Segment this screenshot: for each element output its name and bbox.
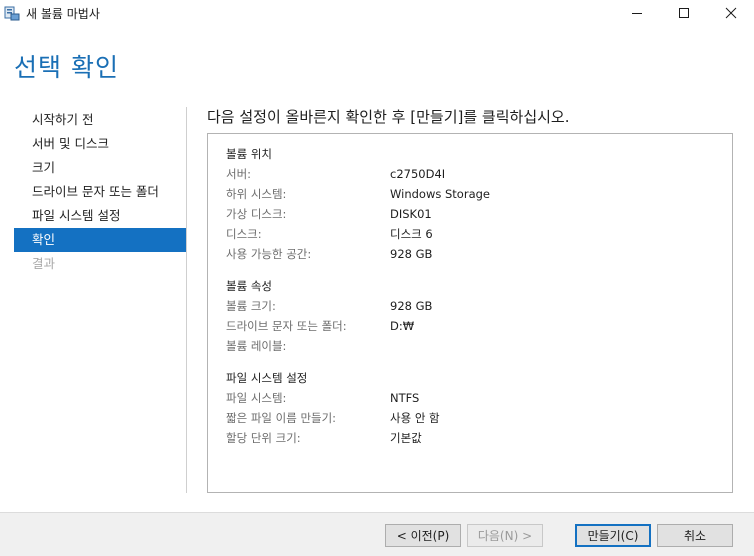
volume-wizard-icon bbox=[4, 6, 20, 21]
summary-row: 가상 디스크: DISK01 bbox=[226, 204, 706, 224]
row-key: 서버: bbox=[226, 167, 252, 181]
nav-item-results: 결과 bbox=[32, 256, 56, 271]
summary-row: 할당 단위 크기: 기본값 bbox=[226, 428, 706, 448]
row-value: 928 GB bbox=[390, 299, 433, 313]
title-bar: 새 볼륨 마법사 bbox=[0, 0, 754, 26]
page-title: 선택 확인 bbox=[14, 53, 119, 82]
row-key: 사용 가능한 공간: bbox=[226, 247, 312, 261]
row-key: 볼륨 레이블: bbox=[226, 339, 287, 353]
summary-row: 하위 시스템: Windows Storage bbox=[226, 184, 706, 204]
row-key: 볼륨 크기: bbox=[226, 299, 276, 313]
nav-divider bbox=[186, 107, 187, 493]
row-value: D:₩ bbox=[390, 319, 415, 333]
row-key: 드라이브 문자 또는 폴더: bbox=[226, 319, 347, 333]
nav-item-confirmation[interactable]: 확인 bbox=[14, 228, 186, 252]
wizard-steps-nav: 시작하기 전 서버 및 디스크 크기 드라이브 문자 또는 폴더 파일 시스템 … bbox=[14, 108, 186, 276]
close-icon bbox=[725, 7, 737, 19]
row-key: 가상 디스크: bbox=[226, 207, 287, 221]
row-key: 하위 시스템: bbox=[226, 187, 287, 201]
row-key: 짧은 파일 이름 만들기: bbox=[226, 411, 337, 425]
section-file-system-settings: 파일 시스템 설정 파일 시스템: NTFS 짧은 파일 이름 만들기: 사용 안 … bbox=[226, 368, 706, 448]
summary-row: 사용 가능한 공간: 928 GB bbox=[226, 244, 706, 264]
close-button[interactable] bbox=[708, 0, 754, 26]
section-title: 볼륨 속성 bbox=[226, 279, 272, 293]
summary-row: 짧은 파일 이름 만들기: 사용 안 함 bbox=[226, 408, 706, 428]
nav-item-server-and-disk[interactable]: 서버 및 디스크 bbox=[14, 132, 186, 156]
previous-button[interactable]: < 이전(P) bbox=[385, 524, 461, 547]
summary-row: 볼륨 크기: 928 GB bbox=[226, 296, 706, 316]
maximize-button[interactable] bbox=[661, 0, 707, 26]
row-value: NTFS bbox=[390, 391, 420, 405]
summary-row: 디스크: 디스크 6 bbox=[226, 224, 706, 244]
wizard-footer: < 이전(P) 다음(N) > 만들기(C) 취소 bbox=[0, 512, 754, 556]
row-value: c2750D4I bbox=[390, 167, 446, 181]
row-value: 사용 안 함 bbox=[390, 411, 440, 425]
cancel-button[interactable]: 취소 bbox=[657, 524, 733, 547]
row-key: 디스크: bbox=[226, 227, 262, 241]
section-title: 파일 시스템 설정 bbox=[226, 371, 308, 385]
summary-row: 파일 시스템: NTFS bbox=[226, 388, 706, 408]
row-value: 디스크 6 bbox=[390, 227, 433, 241]
nav-item-size[interactable]: 크기 bbox=[14, 156, 186, 180]
section-volume-properties: 볼륨 속성 볼륨 크기: 928 GB 드라이브 문자 또는 폴더: D:₩ 볼륨 … bbox=[226, 276, 706, 356]
summary-row: 서버: c2750D4I bbox=[226, 164, 706, 184]
minimize-button[interactable] bbox=[614, 0, 660, 26]
row-value: 기본값 bbox=[390, 431, 422, 445]
row-key: 할당 단위 크기: bbox=[226, 431, 301, 445]
next-button: 다음(N) > bbox=[467, 524, 543, 547]
instruction-text: 다음 설정이 올바른지 확인한 후 [만들기]를 클릭하십시오. bbox=[207, 108, 570, 126]
row-value: 928 GB bbox=[390, 247, 433, 261]
summary-row: 드라이브 문자 또는 폴더: D:₩ bbox=[226, 316, 706, 336]
nav-item-before-you-begin[interactable]: 시작하기 전 bbox=[14, 108, 186, 132]
window-title: 새 볼륨 마법사 bbox=[26, 7, 100, 21]
nav-item-drive-letter[interactable]: 드라이브 문자 또는 폴더 bbox=[14, 180, 186, 204]
nav-item-file-system[interactable]: 파일 시스템 설정 bbox=[14, 204, 186, 228]
row-key: 파일 시스템: bbox=[226, 391, 287, 405]
row-value: Windows Storage bbox=[390, 187, 490, 201]
confirmation-summary: 볼륨 위치 서버: c2750D4I 하위 시스템: Windows Storage… bbox=[207, 133, 733, 493]
create-button[interactable]: 만들기(C) bbox=[575, 524, 651, 547]
section-title: 볼륨 위치 bbox=[226, 147, 272, 161]
section-volume-location: 볼륨 위치 서버: c2750D4I 하위 시스템: Windows Storage… bbox=[226, 144, 706, 264]
summary-row: 볼륨 레이블: bbox=[226, 336, 706, 356]
row-value: DISK01 bbox=[390, 207, 432, 221]
maximize-icon bbox=[679, 8, 689, 18]
minimize-icon bbox=[632, 13, 642, 14]
